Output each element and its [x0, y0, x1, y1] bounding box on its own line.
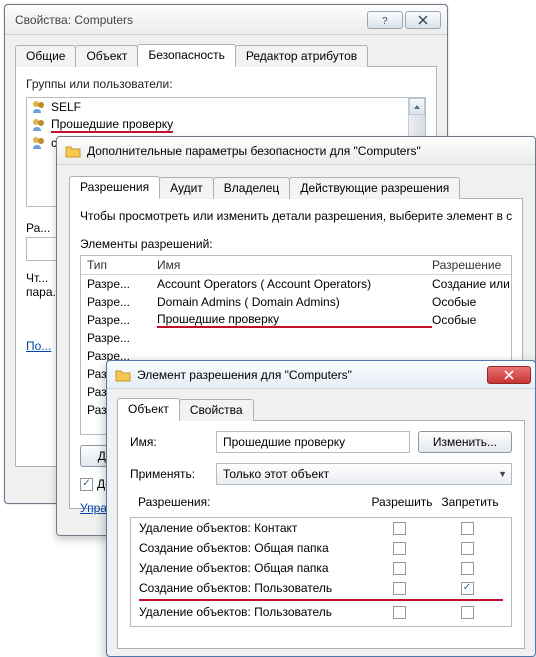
col-type: Тип	[87, 258, 157, 272]
titlebar[interactable]: Элемент разрешения для "Computers"	[107, 361, 535, 389]
close-button[interactable]	[405, 11, 441, 29]
help-button[interactable]: ?	[367, 11, 403, 29]
highlight-rule	[139, 599, 503, 601]
allow-checkbox[interactable]	[393, 542, 406, 555]
list-item-label: Прошедшие проверку	[51, 117, 173, 133]
list-row[interactable]: Разре... Domain Admins ( Domain Admins) …	[81, 293, 511, 311]
folder-icon	[115, 367, 131, 383]
tab-properties[interactable]: Свойства	[179, 399, 254, 421]
deny-checkbox[interactable]	[461, 542, 474, 555]
list-row[interactable]: Разре... Прошедшие проверку Особые	[81, 311, 511, 329]
window-title: Свойства: Computers	[15, 13, 365, 27]
perm-row: Удаление объектов: Контакт	[131, 518, 511, 538]
deny-checkbox[interactable]	[461, 582, 474, 595]
col-permission: Разрешение	[432, 258, 512, 272]
chevron-down-icon: ▼	[498, 469, 507, 479]
perm-row: Удаление объектов: Общая папка	[131, 558, 511, 578]
permissions-list[interactable]: Удаление объектов: Контакт Создание объе…	[130, 517, 512, 627]
col-allow: Разрешить	[368, 495, 436, 509]
window-title: Дополнительные параметры безопасности дл…	[87, 144, 421, 158]
deny-checkbox[interactable]	[461, 522, 474, 535]
users-icon	[31, 99, 47, 115]
name-field: Прошедшие проверку	[216, 431, 410, 453]
tab-attribute-editor[interactable]: Редактор атрибутов	[235, 45, 368, 67]
col-deny: Запретить	[436, 495, 504, 509]
tab-object[interactable]: Объект	[117, 398, 180, 421]
perm-row: Удаление объектов: Пользователь	[131, 602, 511, 622]
svg-text:?: ?	[382, 16, 388, 25]
allow-checkbox[interactable]	[393, 582, 406, 595]
tab-effective[interactable]: Действующие разрешения	[289, 177, 460, 199]
perm-row: Создание объектов: Принтер	[131, 622, 511, 627]
allow-checkbox[interactable]	[393, 626, 406, 628]
perm-row: Создание объектов: Общая папка	[131, 538, 511, 558]
window-title: Элемент разрешения для "Computers"	[137, 368, 487, 382]
tab-security[interactable]: Безопасность	[137, 44, 236, 67]
titlebar[interactable]: Свойства: Computers ?	[5, 5, 447, 35]
permissions-label: Разрешения:	[138, 495, 368, 509]
close-button[interactable]	[487, 366, 531, 384]
tab-permissions[interactable]: Разрешения	[69, 176, 160, 199]
tab-row: Объект Свойства	[117, 397, 525, 421]
name-label: Имя:	[130, 435, 216, 449]
deny-checkbox[interactable]	[461, 562, 474, 575]
users-icon	[31, 117, 47, 133]
users-icon	[31, 135, 47, 151]
tab-body: Имя: Прошедшие проверку Изменить... Прим…	[117, 421, 525, 649]
instruction-text: Чтобы просмотреть или изменить детали ра…	[80, 209, 512, 223]
apply-combo[interactable]: Только этот объект ▼	[216, 463, 512, 485]
list-item[interactable]: Прошедшие проверку	[27, 116, 425, 134]
scroll-up-button[interactable]	[409, 98, 425, 115]
allow-checkbox[interactable]	[393, 562, 406, 575]
col-name: Имя	[157, 258, 432, 272]
deny-checkbox[interactable]	[461, 606, 474, 619]
tab-owner[interactable]: Владелец	[213, 177, 291, 199]
tab-row: Общие Объект Безопасность Редактор атриб…	[15, 43, 437, 67]
change-button[interactable]: Изменить...	[418, 431, 512, 453]
list-row[interactable]: Разре... Account Operators ( Account Ope…	[81, 275, 511, 293]
list-item[interactable]: SELF	[27, 98, 425, 116]
allow-checkbox[interactable]	[393, 522, 406, 535]
elements-label: Элементы разрешений:	[80, 237, 512, 251]
tab-general[interactable]: Общие	[15, 45, 76, 67]
tab-row: Разрешения Аудит Владелец Действующие ра…	[69, 175, 523, 199]
list-row[interactable]: Разре...	[81, 329, 511, 347]
permission-entry-window: Элемент разрешения для "Computers" Объек…	[106, 360, 536, 657]
tab-object[interactable]: Объект	[75, 45, 138, 67]
list-header: Тип Имя Разрешение	[81, 256, 511, 275]
apply-label: Применять:	[130, 467, 216, 481]
allow-checkbox[interactable]	[393, 606, 406, 619]
deny-checkbox[interactable]	[461, 626, 474, 628]
include-inheritable-checkbox[interactable]	[80, 478, 93, 491]
titlebar[interactable]: Дополнительные параметры безопасности дл…	[57, 137, 535, 165]
folder-icon	[65, 143, 81, 159]
tab-audit[interactable]: Аудит	[159, 177, 214, 199]
groups-label: Группы или пользователи:	[26, 77, 426, 91]
perm-row: Создание объектов: Пользователь	[131, 578, 511, 598]
list-item-label: SELF	[51, 100, 81, 114]
